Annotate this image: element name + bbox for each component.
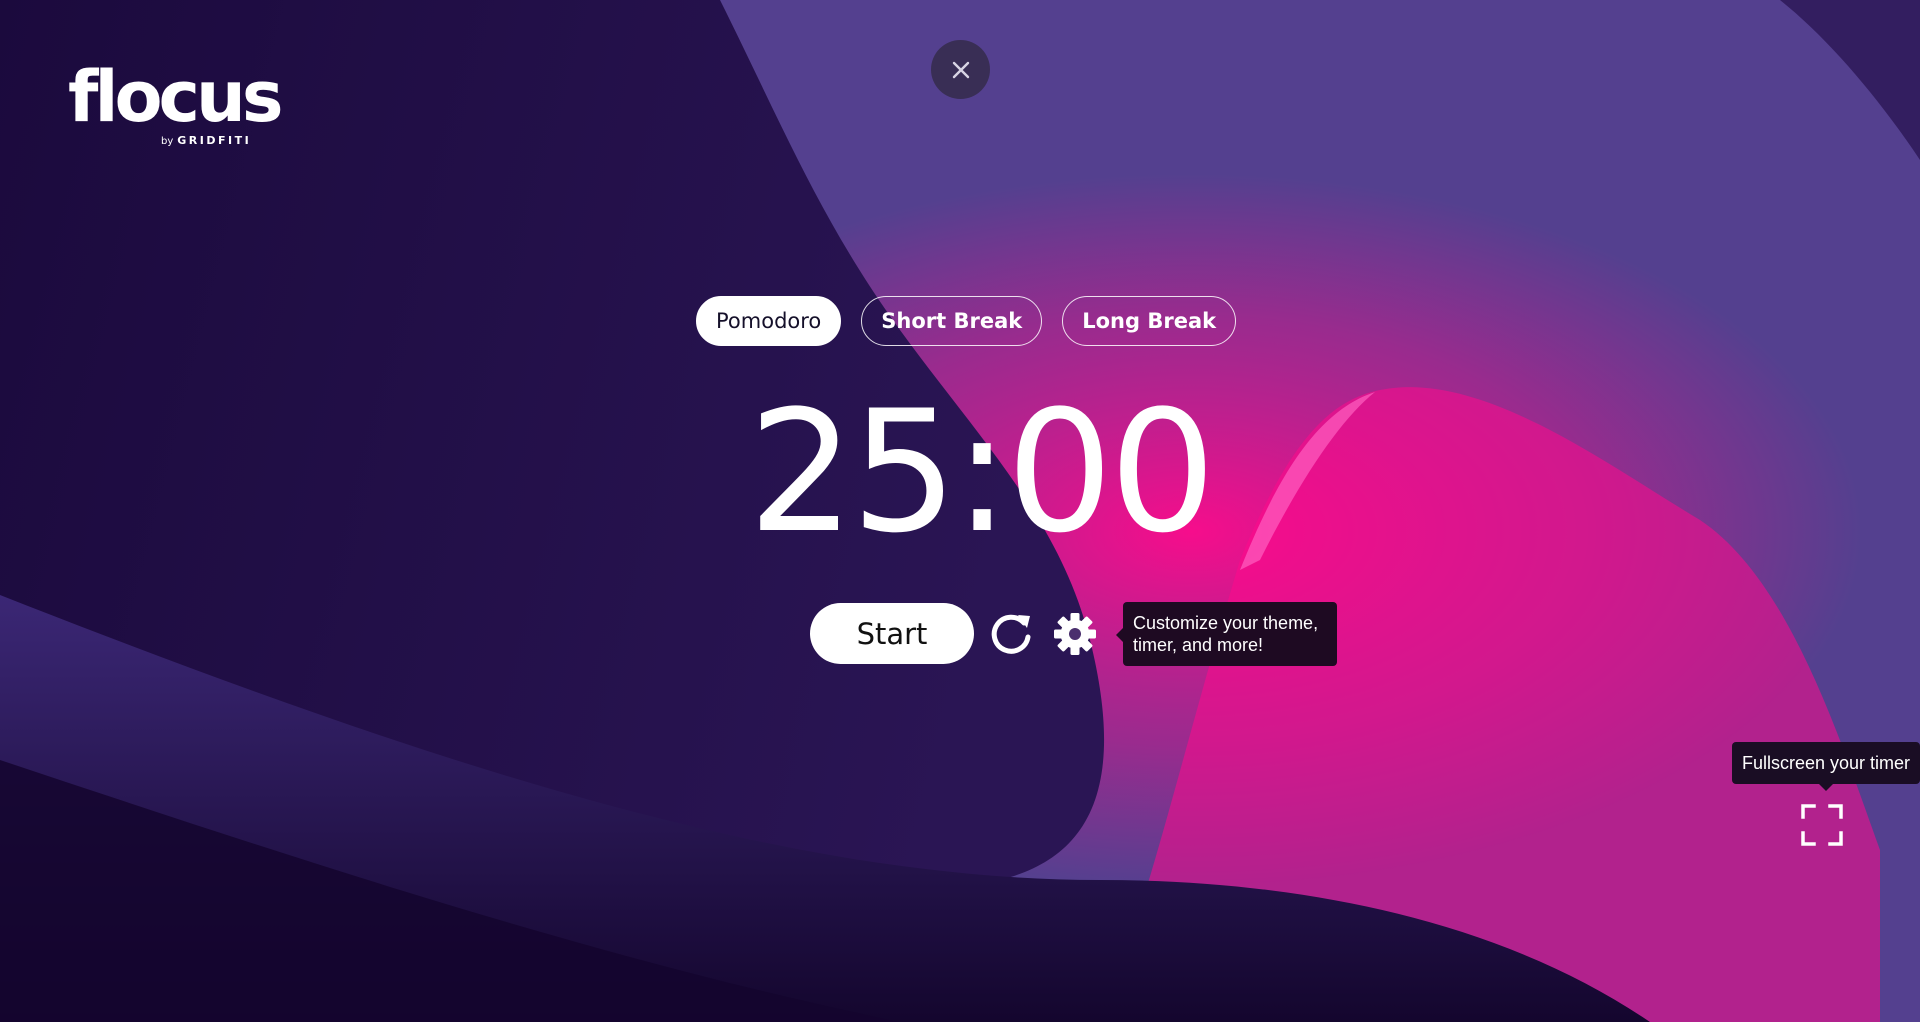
reset-button[interactable] <box>987 609 1035 659</box>
timer-controls: Start <box>810 603 1099 664</box>
tab-short-break[interactable]: Short Break <box>861 296 1043 346</box>
logo-wordmark: flocus <box>68 56 284 138</box>
fullscreen-button[interactable] <box>1800 803 1844 847</box>
fullscreen-tooltip: Fullscreen your timer <box>1732 742 1920 791</box>
fullscreen-icon <box>1801 804 1843 846</box>
flocus-logo: flocus by GRIDFITI <box>68 56 284 147</box>
settings-button[interactable] <box>1051 609 1099 659</box>
close-button[interactable] <box>931 40 990 99</box>
timer-display: 25:00 <box>747 374 1216 570</box>
customize-tooltip: Customize your theme, timer, and more! <box>1116 602 1337 666</box>
reset-icon <box>991 614 1031 654</box>
timer-mode-tabs: Pomodoro Short Break Long Break <box>696 296 1237 346</box>
gear-icon <box>1054 612 1096 655</box>
logo-byline: by GRIDFITI <box>161 134 251 147</box>
logo-brand: GRIDFITI <box>177 134 252 147</box>
logo-by: by <box>161 136 174 147</box>
tab-pomodoro[interactable]: Pomodoro <box>696 296 842 346</box>
close-icon <box>952 61 969 78</box>
start-button[interactable]: Start <box>810 603 974 664</box>
tab-long-break[interactable]: Long Break <box>1062 296 1237 346</box>
